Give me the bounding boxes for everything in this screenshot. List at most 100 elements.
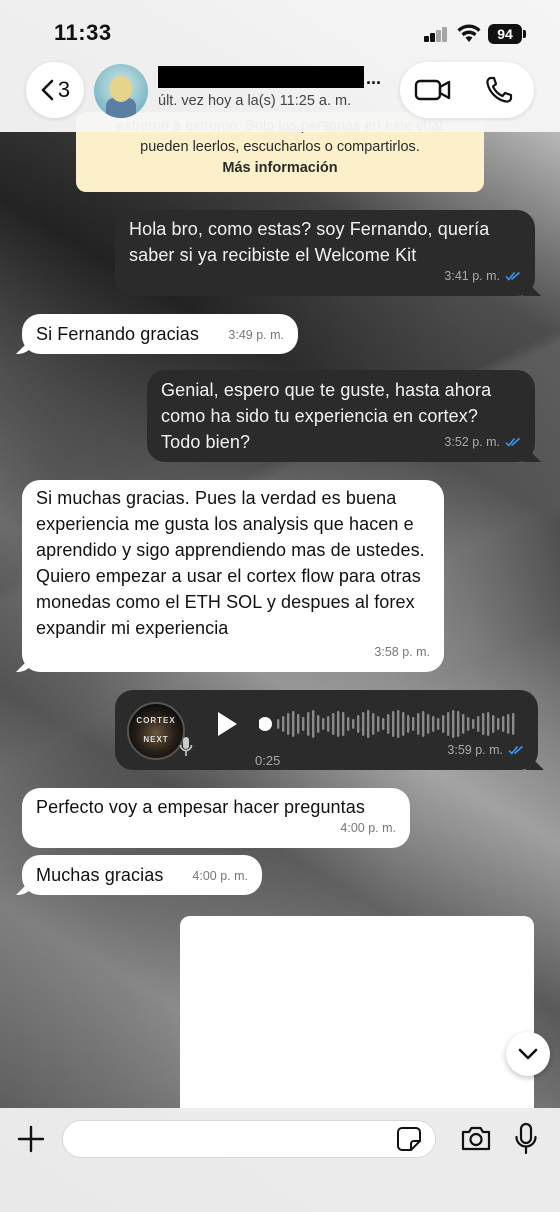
waveform-bar — [497, 718, 500, 730]
voice-duration: 0:25 — [255, 753, 281, 768]
message-time: 3:52 p. m. — [444, 435, 500, 449]
message-bubble-incoming[interactable]: Perfecto voy a empesar hacer preguntas 4… — [22, 788, 410, 848]
waveform-bar — [407, 715, 410, 733]
message-meta: 3:41 p. m. — [444, 263, 521, 289]
waveform-bar — [342, 712, 345, 736]
read-receipt-icon — [508, 745, 523, 755]
waveform-bar — [462, 714, 465, 734]
battery-indicator: 94 — [488, 24, 526, 44]
voice-sender-avatar: CORTEX NEXT — [127, 702, 185, 760]
waveform-bar — [347, 717, 350, 731]
waveform-bar — [302, 717, 305, 731]
message-meta: 4:00 p. m. — [340, 815, 396, 841]
message-time: 3:41 p. m. — [444, 269, 500, 283]
waveform-bar — [512, 713, 515, 735]
waveform-bar — [382, 718, 385, 730]
waveform-bar — [357, 715, 360, 733]
waveform-bar — [392, 711, 395, 737]
cellular-signal-icon — [424, 26, 448, 42]
waveform-bar — [492, 715, 495, 733]
wifi-icon — [457, 24, 481, 42]
waveform-bar — [417, 713, 420, 735]
chat-header: 11:33 94 3 ... últ. vez hoy a la(s) 11:2… — [0, 0, 560, 132]
plus-icon[interactable] — [16, 1124, 46, 1154]
unread-count: 3 — [57, 77, 71, 102]
message-bubble-outgoing[interactable]: Hola bro, como estas? soy Fernando, quer… — [115, 210, 535, 296]
waveform-bar — [502, 716, 505, 732]
microphone-icon[interactable] — [514, 1122, 538, 1156]
waveform-bar — [402, 712, 405, 736]
waveform-bar — [452, 710, 455, 738]
message-bubble-incoming[interactable]: Si muchas gracias. Pues la verdad es bue… — [22, 480, 444, 672]
waveform-bar — [322, 718, 325, 730]
message-text: Si muchas gracias. Pues la verdad es bue… — [36, 488, 425, 638]
sticker-icon[interactable] — [396, 1126, 422, 1152]
chevron-left-icon — [41, 79, 54, 101]
message-meta: 3:52 p. m. — [444, 429, 521, 455]
message-meta: 3:49 p. m. — [228, 322, 284, 348]
voice-message-bubble[interactable]: CORTEX NEXT 0:25 3:59 p. m. — [115, 690, 538, 770]
waveform-bar — [387, 714, 390, 734]
message-time: 3:59 p. m. — [447, 743, 503, 757]
waveform-bar — [307, 712, 310, 736]
message-bubble-incoming[interactable]: Muchas gracias 4:00 p. m. — [22, 855, 262, 895]
waveform-bar — [432, 716, 435, 732]
message-meta: 3:59 p. m. — [447, 737, 524, 763]
waveform-bar — [292, 711, 295, 737]
read-receipt-icon — [505, 271, 520, 281]
play-icon[interactable] — [215, 710, 239, 738]
status-time: 11:33 — [54, 20, 112, 45]
more-info-link[interactable]: Más información — [222, 160, 337, 176]
waveform-bar — [422, 711, 425, 737]
voice-call-icon[interactable] — [484, 75, 514, 105]
message-meta: 3:58 p. m. — [374, 639, 430, 665]
microphone-icon — [179, 737, 193, 756]
waveform-bar — [467, 717, 470, 731]
waveform-bar — [297, 714, 300, 734]
call-actions — [400, 62, 534, 118]
camera-icon[interactable] — [460, 1124, 492, 1152]
waveform-bar — [287, 713, 290, 735]
waveform-bar — [437, 718, 440, 730]
waveform-bar — [377, 716, 380, 732]
waveform-bar — [482, 713, 485, 735]
waveform-bar — [397, 710, 400, 738]
waveform-bar — [277, 719, 280, 729]
waveform-bar — [472, 719, 475, 729]
waveform-bar — [337, 711, 340, 737]
message-meta: 4:00 p. m. — [192, 863, 248, 889]
waveform-bar — [427, 714, 430, 734]
contact-name-redacted[interactable] — [158, 66, 364, 88]
media-message-image[interactable] — [180, 916, 534, 1112]
scroll-to-bottom-button[interactable] — [506, 1032, 550, 1076]
read-receipt-icon — [505, 437, 520, 447]
waveform-bar — [487, 712, 490, 736]
message-time: 4:00 p. m. — [192, 869, 248, 883]
waveform-bar — [282, 716, 285, 732]
message-time: 3:49 p. m. — [228, 328, 284, 342]
waveform-bar — [507, 714, 510, 734]
contact-name-truncation: ... — [366, 68, 382, 88]
message-bubble-incoming[interactable]: Si Fernando gracias 3:49 p. m. — [22, 314, 298, 354]
video-call-icon[interactable] — [414, 76, 452, 104]
waveform-bar — [372, 713, 375, 735]
waveform-bar — [312, 710, 315, 738]
waveform-bar — [442, 715, 445, 733]
message-input[interactable] — [62, 1120, 436, 1158]
waveform-bar — [367, 710, 370, 738]
last-seen-status: últ. vez hoy a la(s) 11:25 a. m. — [158, 93, 352, 109]
battery-level: 94 — [497, 26, 513, 42]
chevron-down-icon — [518, 1048, 538, 1060]
encryption-line-2: pueden leerlos, escucharlos o compartirl… — [140, 139, 420, 155]
message-composer — [0, 1108, 560, 1212]
waveform-bar — [412, 717, 415, 731]
waveform-bar — [457, 711, 460, 737]
back-button[interactable]: 3 — [26, 62, 84, 118]
waveform-bar — [332, 713, 335, 735]
contact-avatar[interactable] — [94, 64, 148, 118]
message-time: 4:00 p. m. — [340, 821, 396, 835]
playback-position-dot[interactable] — [259, 717, 272, 731]
message-bubble-outgoing[interactable]: Genial, espero que te guste, hasta ahora… — [147, 370, 535, 462]
waveform-bar — [447, 712, 450, 736]
waveform-bar — [477, 716, 480, 732]
